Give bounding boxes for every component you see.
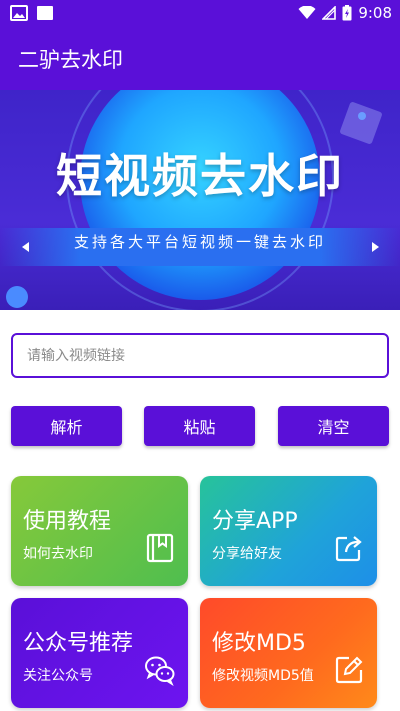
md5-card[interactable]: 修改MD5 修改视频MD5值 <box>200 598 377 708</box>
card-title: 分享APP <box>212 509 298 534</box>
status-indicators: 9:08 <box>298 4 392 22</box>
image-notification-icon <box>10 5 28 21</box>
share-card[interactable]: 分享APP 分享给好友 <box>200 476 377 586</box>
wechat-icon <box>145 656 175 686</box>
card-title: 公众号推荐 <box>23 631 134 656</box>
paste-button[interactable]: 粘贴 <box>144 406 255 446</box>
status-notifications <box>10 5 54 21</box>
card-subtitle: 修改视频MD5值 <box>212 668 314 684</box>
banner-subtitle: 支持各大平台短视频一键去水印 <box>73 233 326 251</box>
parse-button[interactable]: 解析 <box>11 406 122 446</box>
video-url-input[interactable] <box>11 333 389 378</box>
tutorial-card[interactable]: 使用教程 如何去水印 <box>11 476 188 586</box>
wifi-icon <box>298 6 316 19</box>
card-subtitle: 如何去水印 <box>23 546 93 562</box>
card-title: 使用教程 <box>23 509 112 534</box>
banner-decor-square <box>339 101 383 145</box>
share-icon <box>335 536 362 562</box>
signal-icon <box>322 6 337 20</box>
banner-title: 短视频去水印 <box>56 149 344 203</box>
clear-button[interactable]: 清空 <box>278 406 389 446</box>
square-notification-icon <box>37 6 53 20</box>
banner-decor-dot <box>358 112 366 120</box>
banner[interactable]: 短视频去水印 支持各大平台短视频一键去水印 <box>0 90 400 310</box>
status-bar: 9:08 <box>0 0 400 26</box>
book-icon <box>146 533 174 563</box>
status-time: 9:08 <box>358 4 392 22</box>
battery-charging-icon <box>342 5 352 21</box>
wechat-card[interactable]: 公众号推荐 关注公众号 <box>11 598 188 708</box>
card-subtitle: 关注公众号 <box>23 668 93 684</box>
app-title: 二驴去水印 <box>18 48 123 72</box>
banner-next-icon <box>372 242 379 252</box>
edit-icon <box>335 656 363 684</box>
card-subtitle: 分享给好友 <box>212 546 282 562</box>
app-bar: 二驴去水印 <box>0 26 400 90</box>
banner-decor-dot <box>6 286 28 308</box>
card-title: 修改MD5 <box>212 631 306 656</box>
